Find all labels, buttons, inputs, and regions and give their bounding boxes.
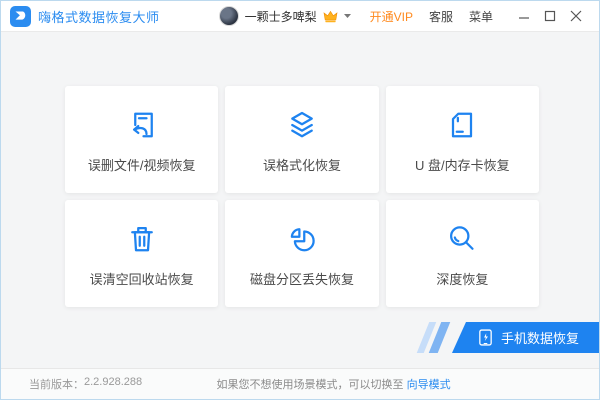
app-logo-icon: [10, 6, 31, 27]
titlebar: 嗨格式数据恢复大师 一颗士多啤梨 开通VIP 客服 菜单: [1, 1, 599, 32]
sd-card-icon: [444, 106, 480, 144]
avatar[interactable]: [219, 6, 239, 26]
card-recycle-bin-recovery[interactable]: 误清空回收站恢复: [65, 200, 218, 307]
customer-service-link[interactable]: 客服: [429, 8, 453, 25]
card-label: 误清空回收站恢复: [90, 269, 194, 288]
mode-hint: 如果您不想使用场景模式，可以切换至 向导模式: [142, 376, 525, 392]
card-label: 深度恢复: [436, 269, 488, 288]
card-label: U 盘/内存卡恢复: [415, 155, 510, 174]
footer: 当前版本：2.2.928.288 如果您不想使用场景模式，可以切换至 向导模式: [1, 368, 599, 399]
version-info: 当前版本：2.2.928.288: [29, 376, 142, 392]
phone-icon: [478, 329, 493, 346]
card-usb-sdcard-recovery[interactable]: U 盘/内存卡恢复: [386, 86, 539, 193]
maximize-button[interactable]: [537, 5, 563, 27]
chevron-down-icon[interactable]: [343, 13, 352, 19]
username[interactable]: 一颗士多啤梨: [245, 8, 317, 25]
phone-recovery-zone: 手机数据恢复: [423, 322, 599, 353]
open-vip-link[interactable]: 开通VIP: [370, 8, 413, 25]
window-controls: [511, 5, 589, 27]
layers-icon: [284, 106, 320, 144]
mode-hint-text: 如果您不想使用场景模式，可以切换至: [217, 379, 407, 391]
file-restore-icon: [124, 106, 160, 144]
phone-recovery-label: 手机数据恢复: [501, 328, 579, 347]
version-number: 2.2.928.288: [84, 376, 142, 392]
app-title: 嗨格式数据恢复大师: [38, 7, 160, 26]
card-label: 误格式化恢复: [263, 155, 341, 174]
wizard-mode-link[interactable]: 向导模式: [407, 379, 451, 391]
pie-chart-icon: [284, 220, 320, 258]
app-window: { "titlebar": { "app_title": "嗨格式数据恢复大师"…: [0, 0, 600, 400]
menu-link[interactable]: 菜单: [469, 8, 493, 25]
version-label: 当前版本：: [29, 376, 84, 392]
card-partition-recovery[interactable]: 磁盘分区丢失恢复: [225, 200, 378, 307]
crown-icon: [323, 10, 338, 23]
magnifier-icon: [444, 220, 480, 258]
phone-recovery-button[interactable]: 手机数据恢复: [452, 322, 599, 353]
card-deleted-file-recovery[interactable]: 误删文件/视频恢复: [65, 86, 218, 193]
user-block: 一颗士多啤梨 开通VIP 客服 菜单: [219, 5, 589, 27]
card-format-recovery[interactable]: 误格式化恢复: [225, 86, 378, 193]
card-label: 误删文件/视频恢复: [88, 155, 196, 174]
recovery-mode-grid: 误删文件/视频恢复 误格式化恢复 U 盘/内存卡恢复: [65, 86, 539, 307]
card-label: 磁盘分区丢失恢复: [250, 269, 354, 288]
minimize-button[interactable]: [511, 5, 537, 27]
trash-icon: [124, 220, 160, 258]
card-deep-recovery[interactable]: 深度恢复: [386, 200, 539, 307]
close-button[interactable]: [563, 5, 589, 27]
